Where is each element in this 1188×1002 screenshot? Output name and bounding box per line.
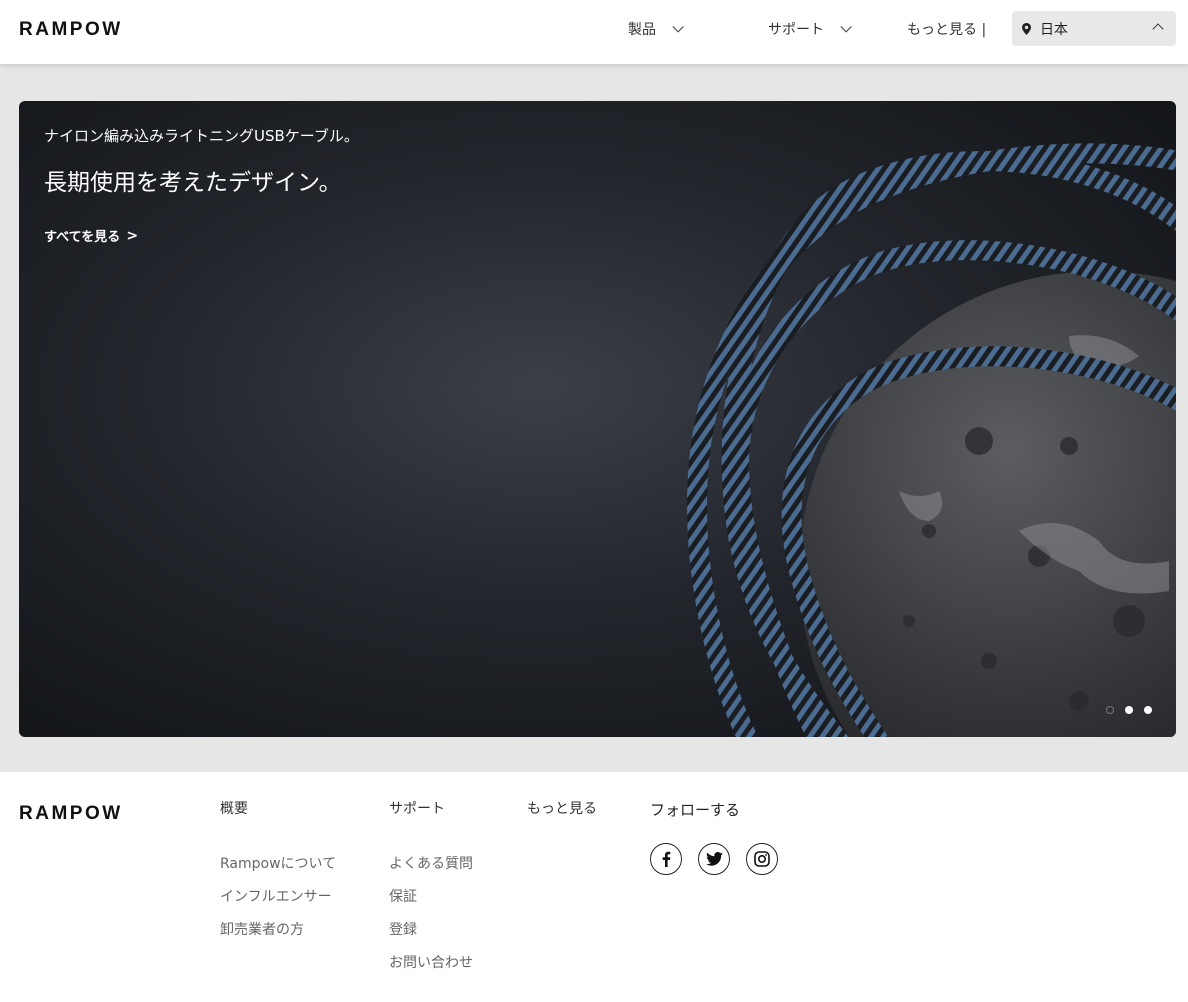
carousel-dot[interactable] bbox=[1144, 706, 1152, 714]
footer-link-faq[interactable]: よくある質問 bbox=[389, 848, 473, 881]
footer-heading-follow: フォローする bbox=[650, 801, 741, 819]
nav-products[interactable]: 製品 bbox=[628, 0, 684, 58]
instagram-link[interactable] bbox=[746, 843, 778, 875]
region-label: 日本 bbox=[1040, 21, 1068, 38]
carousel-dots bbox=[1106, 706, 1152, 714]
footer-column-about: 概要 Rampowについて インフルエンサー 卸売業者の方 bbox=[220, 798, 336, 947]
footer-link-about-rampow[interactable]: Rampowについて bbox=[220, 848, 336, 881]
footer-link-register[interactable]: 登録 bbox=[389, 914, 473, 947]
social-links bbox=[650, 843, 778, 875]
nav-support-label: サポート bbox=[768, 22, 824, 38]
twitter-link[interactable] bbox=[698, 843, 730, 875]
footer-link-contact[interactable]: お問い合わせ bbox=[389, 947, 473, 980]
nav-more[interactable]: もっと見る | bbox=[907, 0, 986, 58]
footer-heading-about: 概要 bbox=[220, 801, 248, 817]
footer-logo[interactable]: RAMPOW bbox=[19, 803, 123, 825]
footer-link-influencer[interactable]: インフルエンサー bbox=[220, 881, 336, 914]
footer-link-warranty[interactable]: 保証 bbox=[389, 881, 473, 914]
facebook-icon bbox=[662, 851, 671, 867]
site-header: RAMPOW 製品 サポート もっと見る | 日本 bbox=[0, 0, 1188, 64]
nav-support[interactable]: サポート bbox=[768, 0, 852, 58]
chevron-down-icon bbox=[672, 21, 684, 33]
instagram-icon bbox=[754, 851, 770, 867]
region-selector[interactable]: 日本 bbox=[1012, 11, 1176, 46]
hero-title: 長期使用を考えたデザイン。 bbox=[44, 170, 342, 196]
chevron-down-icon bbox=[840, 21, 852, 33]
view-all-link[interactable]: すべてを見る > bbox=[44, 226, 139, 246]
footer-heading-more: もっと見る bbox=[527, 801, 597, 817]
carousel-dot[interactable] bbox=[1106, 706, 1114, 714]
site-footer: RAMPOW 概要 Rampowについて インフルエンサー 卸売業者の方 サポー… bbox=[0, 772, 1188, 1002]
logo[interactable]: RAMPOW bbox=[19, 19, 123, 41]
hero-subtitle: ナイロン編み込みライトニングUSBケーブル。 bbox=[44, 127, 359, 145]
chevron-up-icon bbox=[1152, 23, 1164, 35]
arrow-right-icon: > bbox=[126, 227, 139, 244]
footer-column-follow: フォローする bbox=[650, 799, 778, 875]
carousel-dot[interactable] bbox=[1125, 706, 1133, 714]
footer-heading-support: サポート bbox=[389, 801, 445, 817]
footer-column-support: サポート よくある質問 保証 登録 お問い合わせ bbox=[389, 798, 473, 980]
facebook-link[interactable] bbox=[650, 843, 682, 875]
footer-link-wholesale[interactable]: 卸売業者の方 bbox=[220, 914, 336, 947]
twitter-icon bbox=[705, 852, 723, 866]
hero-banner[interactable]: ナイロン編み込みライトニングUSBケーブル。 長期使用を考えたデザイン。 すべて… bbox=[19, 101, 1176, 737]
footer-column-more: もっと見る bbox=[527, 798, 597, 818]
location-pin-icon bbox=[1022, 22, 1031, 35]
nav-products-label: 製品 bbox=[628, 22, 656, 38]
nav-more-label: もっと見る | bbox=[907, 22, 987, 38]
view-all-label: すべてを見る bbox=[44, 230, 121, 245]
